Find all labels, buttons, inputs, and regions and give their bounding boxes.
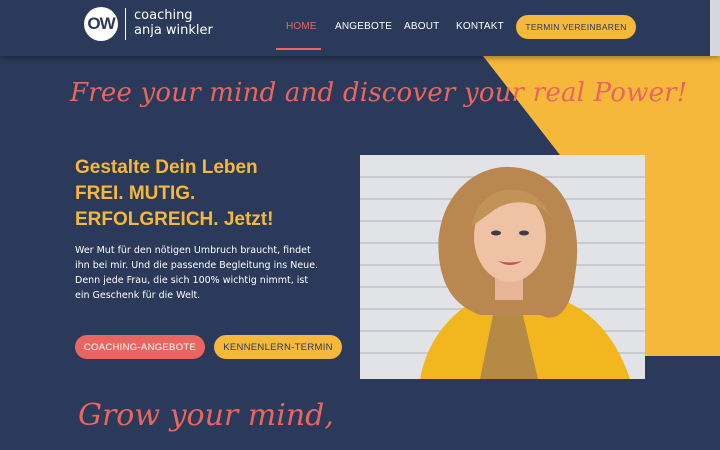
site-header: OW coaching anja winkler HOME ANGEBOTE A… bbox=[0, 0, 720, 56]
headline-line-3: ERFOLGREICH. Jetzt! bbox=[75, 209, 274, 230]
logo-divider bbox=[125, 8, 126, 40]
intro-meeting-button[interactable]: KENNENLERN-TERMIN bbox=[214, 335, 342, 359]
hero-intro-text: Wer Mut für den nötigen Umbruch braucht,… bbox=[75, 245, 319, 301]
logo-icon[interactable]: OW bbox=[84, 7, 118, 41]
scrollbar[interactable] bbox=[710, 0, 720, 56]
nav-active-underline bbox=[276, 48, 321, 50]
headline-line-2: FREI. MUTIG. bbox=[75, 183, 196, 204]
portrait-illustration bbox=[360, 155, 645, 379]
brand-name[interactable]: coaching anja winkler bbox=[134, 8, 213, 38]
nav-item-angebote[interactable]: ANGEBOTE bbox=[335, 21, 392, 32]
hero-headline: Gestalte Dein Leben FREI. MUTIG. ERFOLGR… bbox=[75, 155, 273, 233]
nav-item-about[interactable]: ABOUT bbox=[404, 21, 439, 32]
book-appointment-button[interactable]: TERMIN VEREINBAREN bbox=[516, 15, 636, 39]
coaching-offers-button[interactable]: COACHING-ANGEBOTE bbox=[75, 335, 205, 359]
hero-script-tagline: Free your mind and discover your real Po… bbox=[70, 78, 688, 108]
portrait-photo bbox=[360, 155, 645, 379]
brand-line-2: anja winkler bbox=[134, 23, 213, 38]
nav-item-home[interactable]: HOME bbox=[286, 21, 317, 32]
headline-line-1: Gestalte Dein Leben bbox=[75, 157, 258, 178]
nav-item-kontakt[interactable]: KONTAKT bbox=[456, 21, 504, 32]
brand-line-1: coaching bbox=[134, 8, 193, 23]
section-script-heading: Grow your mind, bbox=[78, 398, 334, 433]
